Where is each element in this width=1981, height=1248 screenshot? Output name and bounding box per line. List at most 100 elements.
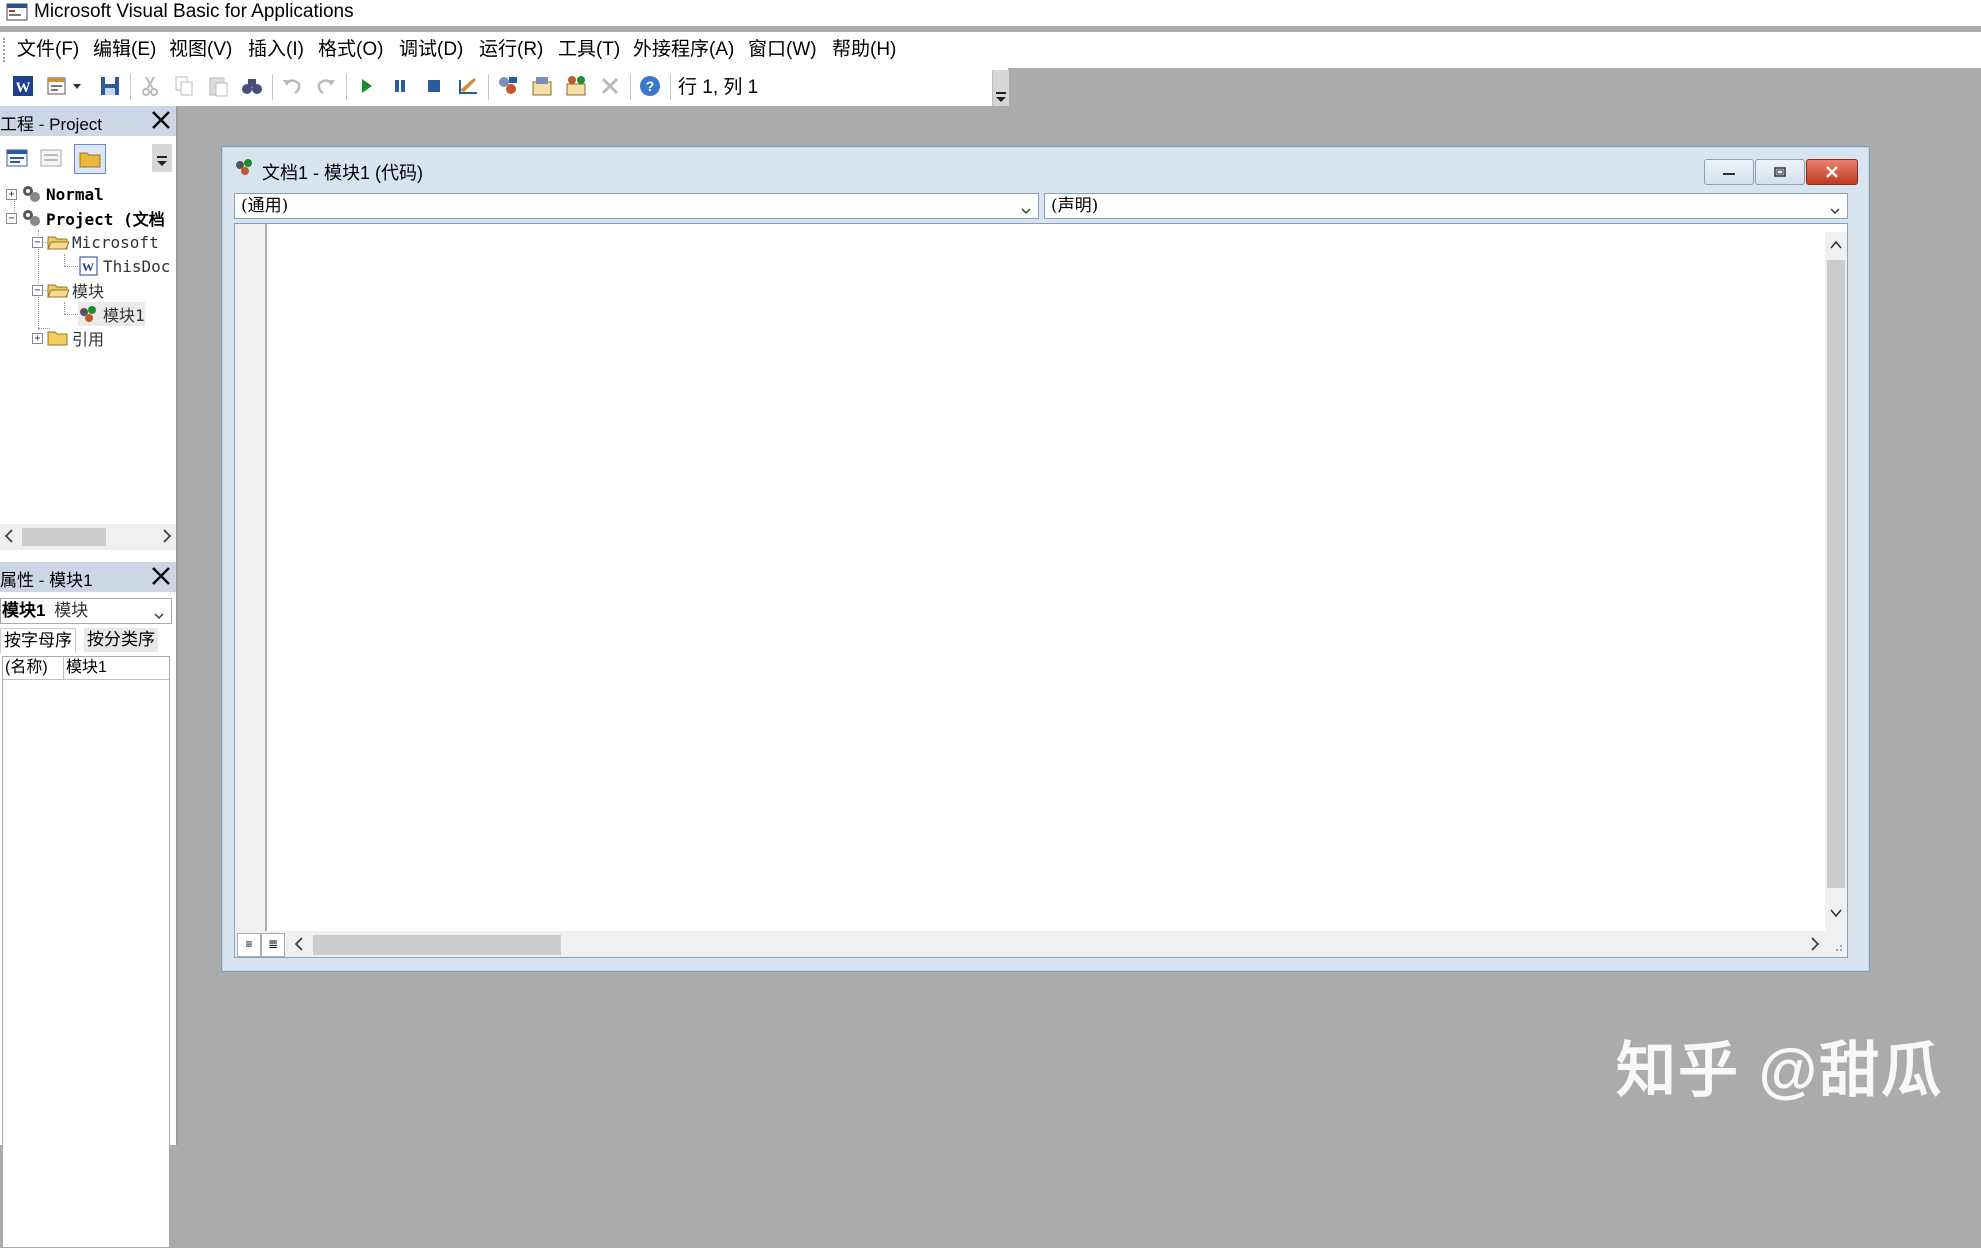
chevron-down-icon[interactable]	[1829, 200, 1841, 214]
minimize-button[interactable]	[1704, 159, 1754, 185]
resize-grip-icon[interactable]	[1831, 939, 1843, 957]
properties-pane-title: 属性 - 模块1	[0, 571, 93, 590]
project-pane-hscrollbar[interactable]	[0, 524, 176, 550]
project-pane-close-icon[interactable]	[148, 107, 174, 133]
object-combo[interactable]: (通用)	[234, 193, 1039, 219]
copy-icon[interactable]	[170, 72, 198, 100]
menubar-grip[interactable]	[3, 38, 8, 62]
scroll-left-arrow-icon[interactable]	[3, 528, 15, 549]
word-view-icon[interactable]: W	[9, 72, 37, 100]
break-icon[interactable]	[386, 72, 414, 100]
scroll-up-arrow-icon[interactable]	[1829, 238, 1843, 256]
tree-label: ThisDoc	[103, 256, 171, 276]
vba-app-icon	[6, 3, 28, 21]
property-row[interactable]: (名称) 模块1	[3, 657, 169, 680]
code-vscrollbar[interactable]	[1825, 232, 1847, 932]
toolbar-separator	[346, 74, 347, 100]
tab-alphabetic[interactable]: 按字母序	[0, 628, 76, 653]
undo-icon[interactable]	[278, 72, 306, 100]
expand-plus-icon[interactable]: +	[32, 332, 43, 344]
menu-view[interactable]: 视图(V)	[169, 39, 232, 61]
find-icon[interactable]	[238, 72, 266, 100]
menu-insert[interactable]: 插入(I)	[248, 39, 304, 61]
procedure-combo[interactable]: (声明)	[1044, 193, 1848, 219]
menu-tools[interactable]: 工具(T)	[558, 39, 620, 61]
tree-node-microsoft-word-objects[interactable]: − Microsoft	[32, 230, 159, 254]
project-pane-title: 工程 - Project	[0, 115, 103, 134]
properties-pane-close-icon[interactable]	[148, 563, 174, 589]
scrollbar-thumb[interactable]	[22, 528, 106, 546]
chevron-down-icon[interactable]	[1020, 200, 1032, 214]
menu-window[interactable]: 窗口(W)	[748, 39, 817, 61]
standard-toolbar: W ? 行 1, 列 1	[0, 68, 1008, 106]
menu-format[interactable]: 格式(O)	[318, 39, 383, 61]
scrollbar-thumb[interactable]	[1827, 260, 1845, 888]
paste-icon[interactable]	[204, 72, 232, 100]
chevron-down-icon[interactable]	[153, 605, 165, 629]
object-combo-value: (通用)	[241, 196, 289, 216]
properties-window-icon[interactable]	[528, 72, 556, 100]
procedure-view-icon[interactable]: ≡	[237, 933, 261, 957]
menu-run[interactable]: 运行(R)	[479, 39, 543, 61]
tree-node-normal[interactable]: + Normal	[6, 182, 104, 206]
project-explorer-icon[interactable]	[494, 72, 522, 100]
word-document-icon: W	[78, 256, 100, 276]
cut-icon[interactable]	[136, 72, 164, 100]
menu-edit[interactable]: 编辑(E)	[93, 39, 156, 61]
scrollbar-thumb[interactable]	[313, 935, 561, 955]
menu-debug[interactable]: 调试(D)	[399, 39, 463, 61]
code-window-titlebar[interactable]: 文档1 - 模块1 (代码)	[222, 147, 1869, 187]
redo-icon[interactable]	[312, 72, 340, 100]
collapse-minus-icon[interactable]: −	[6, 212, 17, 224]
expand-plus-icon[interactable]: +	[6, 188, 17, 200]
code-hscrollbar[interactable]: ≡ ≣	[234, 931, 1848, 958]
collapse-minus-icon[interactable]: −	[32, 236, 43, 248]
tab-categorized[interactable]: 按分类序	[84, 628, 158, 652]
tree-node-module1[interactable]: 模块1	[78, 302, 145, 326]
toggle-folders-icon[interactable]	[74, 144, 106, 174]
insert-dropdown-arrow-icon[interactable]	[70, 72, 84, 100]
toolbox-icon[interactable]	[596, 72, 624, 100]
properties-pane-header: 属性 - 模块1	[0, 562, 176, 592]
code-editor[interactable]	[234, 223, 1848, 933]
left-dock-panel: 工程 - Project + Normal − Project (文档 − Mi…	[0, 106, 178, 1248]
object-type: 模块	[54, 601, 89, 620]
full-module-view-icon[interactable]: ≣	[261, 933, 285, 957]
design-mode-icon[interactable]	[454, 72, 482, 100]
scroll-left-arrow-icon[interactable]	[293, 936, 305, 957]
margin-indicator-bar[interactable]	[235, 224, 267, 932]
tree-node-modules[interactable]: − 模块	[32, 278, 104, 302]
tree-label: 引用	[72, 330, 105, 349]
help-icon[interactable]: ?	[636, 72, 664, 100]
tree-node-thisdocument[interactable]: W ThisDoc	[78, 254, 170, 278]
menu-help[interactable]: 帮助(H)	[832, 39, 896, 61]
scroll-down-arrow-icon[interactable]	[1829, 906, 1843, 924]
tree-connector	[64, 266, 78, 267]
toolbar-overflow-button[interactable]	[992, 70, 1009, 106]
menu-addins[interactable]: 外接程序(A)	[633, 39, 734, 61]
toolbar-separator	[488, 74, 489, 100]
run-icon[interactable]	[352, 72, 380, 100]
view-code-icon[interactable]	[2, 144, 32, 172]
save-icon[interactable]	[96, 72, 124, 100]
toolbar-separator	[670, 74, 671, 100]
scroll-right-arrow-icon[interactable]	[161, 528, 173, 549]
menu-file[interactable]: 文件(F)	[17, 39, 79, 61]
project-toolbar-overflow[interactable]	[152, 144, 172, 172]
view-object-icon[interactable]	[36, 144, 66, 172]
svg-text:W: W	[82, 260, 94, 274]
toolbar-separator	[130, 74, 131, 100]
tree-connector	[64, 302, 65, 314]
module-icon	[234, 157, 256, 177]
insert-userform-icon[interactable]	[43, 72, 71, 100]
properties-object-select[interactable]: 模块1 模块	[0, 598, 172, 624]
tree-node-project[interactable]: − Project (文档	[6, 206, 165, 230]
tree-node-references[interactable]: + 引用	[32, 326, 104, 350]
property-value[interactable]: 模块1	[63, 657, 107, 679]
object-browser-icon[interactable]	[562, 72, 590, 100]
close-button[interactable]	[1806, 159, 1858, 185]
collapse-minus-icon[interactable]: −	[32, 284, 43, 296]
scroll-right-arrow-icon[interactable]	[1809, 936, 1821, 957]
reset-icon[interactable]	[420, 72, 448, 100]
restore-button[interactable]	[1755, 159, 1805, 185]
